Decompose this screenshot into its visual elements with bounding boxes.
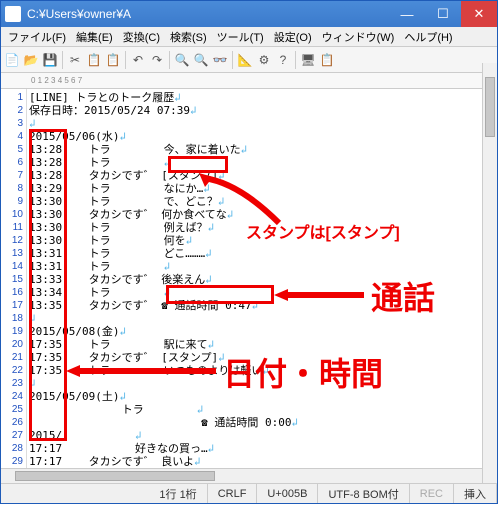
status-rec: REC	[410, 484, 454, 503]
horizontal-scrollbar[interactable]	[1, 468, 482, 483]
close-button[interactable]: ✕	[461, 1, 497, 27]
line-number-gutter: 1234567891011121314151617181920212223242…	[1, 89, 27, 479]
status-eol: CRLF	[208, 484, 258, 503]
menu-item[interactable]: ツール(T)	[212, 27, 269, 47]
menu-item[interactable]: 変換(C)	[118, 27, 165, 47]
menu-item[interactable]: 編集(E)	[71, 27, 118, 47]
toolbar-icon[interactable]: ?	[274, 51, 292, 69]
window-title: C:¥Users¥owner¥A	[25, 7, 389, 21]
toolbar-icon[interactable]: 📐	[236, 51, 254, 69]
toolbar-icon[interactable]: ↶	[129, 51, 147, 69]
toolbar-separator	[62, 51, 63, 69]
toolbar-separator	[232, 51, 233, 69]
status-insert: 挿入	[454, 484, 497, 503]
minimize-button[interactable]: —	[389, 1, 425, 27]
app-icon	[5, 6, 21, 22]
annotation-label-call: 通話	[371, 273, 435, 319]
toolbar-separator	[295, 51, 296, 69]
status-position: 1行 1桁	[149, 484, 207, 503]
toolbar-icon[interactable]: 👓	[211, 51, 229, 69]
vertical-scrollbar[interactable]	[482, 63, 497, 483]
status-encoding: UTF-8 BOM付	[318, 484, 409, 503]
toolbar-icon[interactable]: 📋	[104, 51, 122, 69]
toolbar-separator	[125, 51, 126, 69]
toolbar-icon[interactable]: 💾	[41, 51, 59, 69]
annotation-label-stamp: スタンプは[スタンプ]	[246, 219, 400, 243]
ruler: 0 1 2 3 4 5 6 7	[1, 73, 497, 89]
annotation-label-date: 日付・時間	[223, 349, 383, 395]
titlebar: C:¥Users¥owner¥A — ☐ ✕	[1, 1, 497, 27]
menu-item[interactable]: 検索(S)	[165, 27, 212, 47]
scrollbar-thumb[interactable]	[15, 471, 215, 481]
menu-item[interactable]: ファイル(F)	[3, 27, 71, 47]
scrollbar-thumb[interactable]	[485, 77, 495, 137]
toolbar-separator	[169, 51, 170, 69]
maximize-button[interactable]: ☐	[425, 1, 461, 27]
toolbar-icon[interactable]: 🖥	[299, 51, 317, 69]
menu-item[interactable]: ヘルプ(H)	[399, 27, 457, 47]
toolbar-icon[interactable]: 📋	[318, 51, 336, 69]
menu-item[interactable]: ウィンドウ(W)	[317, 27, 400, 47]
statusbar: 1行 1桁 CRLF U+005B UTF-8 BOM付 REC 挿入	[1, 483, 497, 503]
toolbar-icon[interactable]: ↷	[148, 51, 166, 69]
menu-item[interactable]: 設定(O)	[269, 27, 317, 47]
toolbar-icon[interactable]: 📄	[3, 51, 21, 69]
status-charcode: U+005B	[257, 484, 318, 503]
toolbar-icon[interactable]: ⚙	[255, 51, 273, 69]
toolbar-icon[interactable]: 🔍	[192, 51, 210, 69]
toolbar: 📄📂💾✂📋📋↶↷🔍🔍👓📐⚙?🖥📋	[1, 47, 497, 73]
toolbar-icon[interactable]: 📂	[22, 51, 40, 69]
menubar: ファイル(F)編集(E)変換(C)検索(S)ツール(T)設定(O)ウィンドウ(W…	[1, 27, 497, 47]
toolbar-icon[interactable]: 📋	[85, 51, 103, 69]
toolbar-icon[interactable]: ✂	[66, 51, 84, 69]
toolbar-icon[interactable]: 🔍	[173, 51, 191, 69]
